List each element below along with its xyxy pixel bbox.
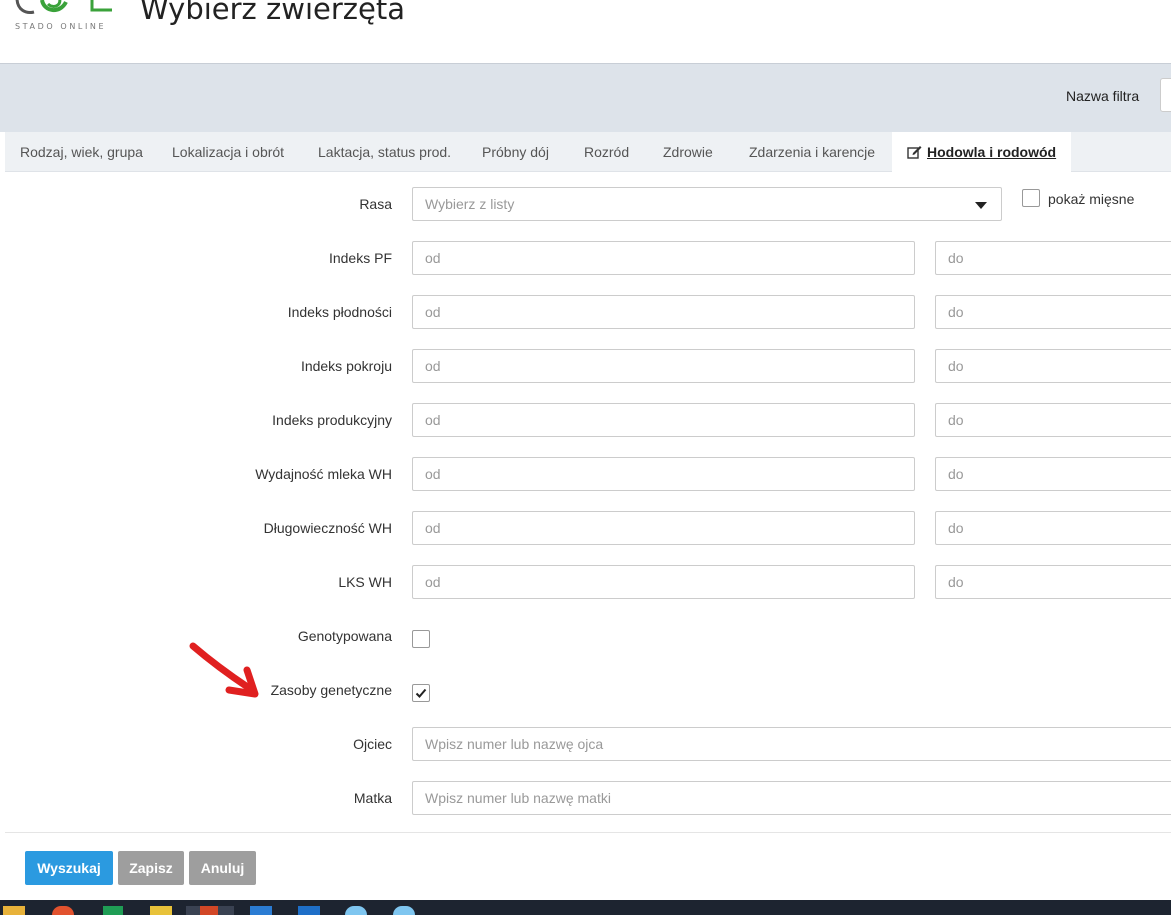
outlook-icon[interactable]	[298, 906, 320, 915]
wydajnosc-mleka-to-input[interactable]: do	[935, 457, 1171, 491]
lks-wh-to-input[interactable]: do	[935, 565, 1171, 599]
indeks-produkcyjny-to-input[interactable]: do	[935, 403, 1171, 437]
word-icon[interactable]	[250, 906, 272, 915]
filter-bar: Nazwa filtra	[0, 64, 1171, 132]
rasa-select-placeholder: Wybierz z listy	[425, 196, 515, 212]
input-placeholder: od	[425, 574, 441, 590]
indeks-plodnosci-to-input[interactable]: do	[935, 295, 1171, 329]
caret-down-icon	[975, 202, 987, 209]
range-label: Indeks pokroju	[300, 358, 392, 374]
red-arrow-annotation-icon	[189, 642, 259, 698]
input-placeholder: od	[425, 250, 441, 266]
input-placeholder: do	[948, 520, 964, 536]
input-placeholder: Wpisz numer lub nazwę matki	[425, 790, 611, 806]
browser-icon-2[interactable]	[393, 906, 415, 915]
range-label: Indeks PF	[328, 250, 392, 266]
input-placeholder: do	[948, 358, 964, 374]
check-icon	[415, 688, 427, 698]
spreadsheet-icon[interactable]	[103, 906, 123, 915]
os-taskbar	[0, 900, 1171, 915]
file-explorer-icon[interactable]	[3, 906, 25, 915]
active-app-badge-icon	[200, 906, 218, 915]
input-placeholder: od	[425, 520, 441, 536]
lks-wh-from-input[interactable]: od	[412, 565, 915, 599]
range-label: Wydajność mleka WH	[255, 466, 392, 482]
indeks-pf-to-input[interactable]: do	[935, 241, 1171, 275]
tab-zdrowie[interactable]: Zdrowie	[648, 132, 728, 172]
range-label: Indeks produkcyjny	[272, 412, 392, 428]
tab-rozrod[interactable]: Rozród	[569, 132, 644, 172]
tab-probny-doj[interactable]: Próbny dój	[467, 132, 564, 172]
pokaz-miesne-checkbox[interactable]	[1022, 189, 1040, 207]
rasa-label: Rasa	[359, 196, 392, 212]
input-placeholder: do	[948, 250, 964, 266]
range-label: LKS WH	[338, 574, 392, 590]
tab-label: Hodowla i rodowód	[927, 144, 1057, 160]
tab-bar: Rodzaj, wiek, grupa Lokalizacja i obrót …	[5, 132, 1171, 174]
tab-label: Laktacja, status prod.	[318, 144, 452, 160]
tab-hodowla-rodowod[interactable]: Hodowla i rodowód	[892, 132, 1072, 174]
rasa-select[interactable]: Wybierz z listy	[412, 187, 1002, 221]
logo-mark-icon	[15, 0, 112, 14]
genotypowana-checkbox[interactable]	[412, 630, 430, 648]
input-placeholder: do	[948, 574, 964, 590]
wydajnosc-mleka-from-input[interactable]: od	[412, 457, 915, 491]
tab-label: Rodzaj, wiek, grupa	[20, 144, 143, 160]
page-header: STADO ONLINE Wybierz zwierzęta	[0, 0, 1171, 64]
page-title: Wybierz zwierzęta	[140, 0, 405, 26]
input-placeholder: do	[948, 412, 964, 428]
indeks-pokroju-from-input[interactable]: od	[412, 349, 915, 383]
search-button[interactable]: Wyszukaj	[25, 851, 113, 885]
tab-laktacja-status[interactable]: Laktacja, status prod.	[303, 132, 466, 172]
tab-label: Zdrowie	[663, 144, 713, 160]
input-placeholder: Wpisz numer lub nazwę ojca	[425, 736, 604, 752]
tab-label: Rozród	[584, 144, 630, 160]
range-label: Długowieczność WH	[263, 520, 392, 536]
tab-label: Próbny dój	[482, 144, 549, 160]
tab-label: Zdarzenia i karencje	[749, 144, 876, 160]
matka-input[interactable]: Wpisz numer lub nazwę matki	[412, 781, 1171, 815]
input-placeholder: od	[425, 304, 441, 320]
input-placeholder: do	[948, 304, 964, 320]
indeks-pokroju-to-input[interactable]: do	[935, 349, 1171, 383]
tab-zdarzenia-karencje[interactable]: Zdarzenia i karencje	[734, 132, 890, 172]
range-label: Indeks płodności	[287, 304, 392, 320]
ojciec-input[interactable]: Wpisz numer lub nazwę ojca	[412, 727, 1171, 761]
indeks-pf-from-input[interactable]: od	[412, 241, 915, 275]
form-divider	[5, 832, 1171, 833]
edit-icon	[907, 134, 922, 174]
ojciec-label: Ojciec	[353, 736, 392, 752]
zasoby-genetyczne-checkbox[interactable]	[412, 684, 430, 702]
dlugowiecznosc-from-input[interactable]: od	[412, 511, 915, 545]
tab-lokalizacja-obrot[interactable]: Lokalizacja i obrót	[157, 132, 299, 172]
input-placeholder: od	[425, 466, 441, 482]
save-button[interactable]: Zapisz	[118, 851, 184, 885]
powerpoint-icon[interactable]	[52, 906, 74, 915]
input-placeholder: do	[948, 466, 964, 482]
sticky-notes-icon[interactable]	[150, 906, 172, 915]
tab-rodzaj-wiek-grupa[interactable]: Rodzaj, wiek, grupa	[5, 132, 158, 172]
app-logo[interactable]: STADO ONLINE	[14, 0, 124, 34]
pokaz-miesne-label: pokaż mięsne	[1048, 191, 1135, 207]
matka-label: Matka	[353, 790, 392, 806]
input-placeholder: od	[425, 358, 441, 374]
tab-label: Lokalizacja i obrót	[172, 144, 285, 160]
cancel-button[interactable]: Anuluj	[189, 851, 256, 885]
indeks-plodnosci-from-input[interactable]: od	[412, 295, 915, 329]
filter-name-label: Nazwa filtra	[1066, 88, 1140, 104]
input-placeholder: od	[425, 412, 441, 428]
logo-text: STADO ONLINE	[15, 22, 107, 31]
browser-icon[interactable]	[345, 906, 367, 915]
filter-name-input[interactable]	[1160, 78, 1171, 112]
indeks-produkcyjny-from-input[interactable]: od	[412, 403, 915, 437]
dlugowiecznosc-to-input[interactable]: do	[935, 511, 1171, 545]
